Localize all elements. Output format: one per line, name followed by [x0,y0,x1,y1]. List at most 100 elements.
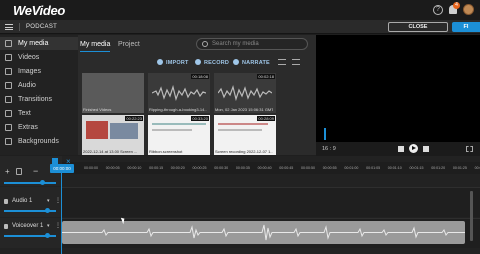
chevron-down-icon[interactable]: ▾ [47,223,50,229]
backgrounds-icon [5,138,12,145]
sidebar-item-extras[interactable]: Extras [0,121,78,134]
ruler-tick: 00:00:15 [149,166,164,170]
sidebar-item-backgrounds[interactable]: Backgrounds [0,135,78,148]
text-icon [5,110,12,117]
skip-forward-icon[interactable] [423,146,429,152]
media-item-folder[interactable]: Finished Videos [82,73,144,113]
preview-progress-marker[interactable] [324,128,326,140]
media-panel: My media Project Search my media IMPORT … [78,35,392,155]
video-thumbnail [152,129,192,131]
media-item-video[interactable]: 00:28:09 Screen recording 2022-12-07 1..… [214,115,276,155]
hamburger-menu-icon[interactable] [5,24,13,30]
divider [19,23,20,31]
sidebar-item-videos[interactable]: Videos [0,51,78,64]
ruler-tick: 00:00:30 [214,166,229,170]
music-note-icon [4,199,8,204]
filter-icon[interactable] [292,59,300,65]
fullscreen-icon[interactable] [466,146,473,152]
narrate-button[interactable]: NARRATE [242,60,270,66]
playhead-line [61,172,62,254]
sidebar-item-label: Images [18,68,41,75]
magnet-icon[interactable] [16,168,22,175]
sidebar-item-audio[interactable]: Audio [0,79,78,92]
record-button[interactable]: RECORD [204,60,229,66]
ruler-tick: 00:00:00 [84,166,98,170]
sidebar: My media Videos Images Audio Transitions… [0,35,78,155]
search-icon [202,41,208,47]
top-bar [0,0,480,20]
ruler-tick: 00:00:20 [170,166,185,170]
ruler-tick: 00:00:40 [257,166,272,170]
project-title[interactable]: PODCAST [26,24,57,30]
sidebar-item-my-media[interactable]: My media [0,37,78,50]
media-item-duration: 00:28:09 [257,116,275,121]
ruler-tick: 00:00:50 [301,166,315,170]
media-item-caption: Screen recording 2022-12-07 1... [215,149,273,154]
sidebar-item-label: Audio [18,82,36,89]
video-preview[interactable] [316,35,480,145]
media-item-duration: 00:33:20 [191,116,209,121]
finish-button[interactable]: FI [452,22,480,32]
media-item-duration: 00:22:23 [125,116,143,121]
zoom-slider-handle[interactable] [40,180,45,185]
media-item-caption: Mon, 02 Jan 2023 15:06:31 GMT [215,107,273,112]
ruler-tick: 00:00:45 [279,166,294,170]
help-icon[interactable]: ? [433,5,443,15]
volume-slider-handle[interactable] [45,233,50,238]
video-thumbnail [110,123,138,139]
video-thumbnail [218,129,262,131]
sidebar-item-label: Videos [18,54,40,61]
tab-my-media[interactable]: My media [80,41,110,48]
track-name[interactable]: Voiceover 1 [12,223,43,229]
skip-back-icon[interactable] [398,146,404,152]
film-icon [5,54,12,61]
folder-icon [5,40,12,47]
tab-project[interactable]: Project [118,41,140,48]
ruler-tick: 00:01:30 [474,166,480,170]
media-item-caption: Finished Videos [83,107,112,112]
aspect-ratio-selector[interactable]: 16 : 9 [322,146,336,152]
media-item-audio[interactable]: 00:18:08 Ripping-through-a-booking3-14..… [148,73,210,113]
sidebar-item-text[interactable]: Text [0,107,78,120]
playhead-time: 00:00:00 [50,164,74,173]
sidebar-item-label: Extras [18,124,38,131]
media-item-video[interactable]: 00:22:23 2022-12-14 at 13.00 Screen ... [82,115,144,155]
ruler-tick: 00:01:25 [452,166,467,170]
sidebar-item-images[interactable]: Images [0,65,78,78]
wevideo-logo[interactable]: WeVideo [13,3,65,18]
microphone-icon [4,224,8,229]
ruler-tick: 00:01:10 [387,166,402,170]
ruler-tick: 00:01:05 [366,166,381,170]
sidebar-item-transitions[interactable]: Transitions [0,93,78,106]
track-header-voiceover: Voiceover 1 ▾ ⋮ [0,218,62,248]
timeline-scrollbar[interactable] [470,191,473,241]
track-lane-audio[interactable] [62,187,480,217]
avatar[interactable] [463,4,474,15]
import-button[interactable]: IMPORT [166,60,189,66]
sort-icon[interactable] [278,59,286,65]
media-item-duration: 00:18:08 [191,74,209,79]
media-item-video[interactable]: 00:33:20 Ribbon.screenshot [148,115,210,155]
ruler-tick: 00:00:25 [192,166,207,170]
search-placeholder: Search my media [212,41,259,47]
media-item-audio[interactable]: 00:02:18 Mon, 02 Jan 2023 15:06:31 GMT [214,73,276,113]
video-thumbnail [218,123,268,125]
chevron-down-icon[interactable]: ▾ [47,198,50,204]
cloud-upload-icon [157,59,163,65]
video-thumbnail [152,123,206,125]
waveform-icon [218,85,272,101]
sparkle-icon [5,124,12,131]
zoom-out-icon[interactable]: − [33,166,38,176]
track-name[interactable]: Audio 1 [12,198,32,204]
play-button[interactable] [409,144,418,153]
volume-slider-handle[interactable] [45,208,50,213]
sidebar-item-label: My media [18,40,49,47]
ruler-tick: 00:00:05 [105,166,120,170]
search-input[interactable]: Search my media [196,38,308,50]
zoom-slider[interactable] [4,182,56,184]
close-button[interactable]: CLOSE [388,22,448,32]
music-icon [5,82,12,89]
microphone-icon [233,59,239,65]
record-icon [195,59,201,65]
add-track-icon[interactable]: + [5,167,10,176]
